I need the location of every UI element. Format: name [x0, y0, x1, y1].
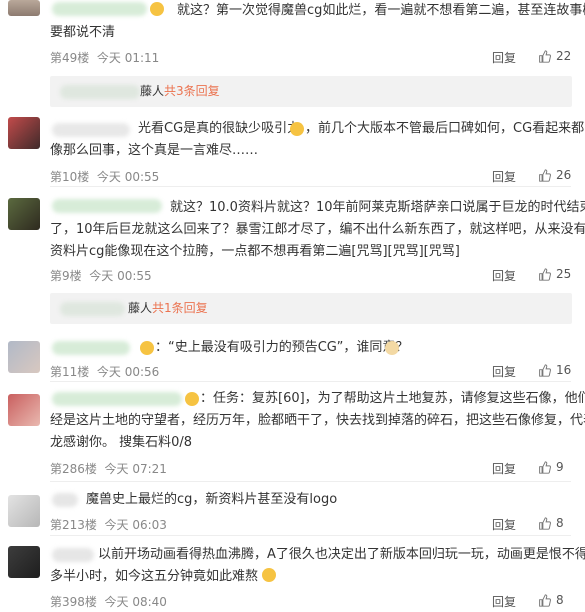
avatar[interactable]: [8, 495, 40, 527]
comment-text: 了，10年后巨龙就这么回来了？暴雪江郎才尽了，编不出什么新东西了，就这样吧，从来…: [50, 222, 585, 237]
comment: 魔兽史上最烂的cg，新资料片甚至没有logo 第213楼 今天 06:03 回复…: [0, 487, 585, 535]
comment: 就这？第一次觉得魔兽cg如此烂，看一遍就不想看第二遍，甚至连故事概 要都说不清 …: [0, 0, 585, 110]
thumbs-up-icon: [539, 267, 551, 281]
reply-button[interactable]: 回复: [492, 516, 516, 533]
comment-meta: 第9楼 今天 00:55: [50, 269, 152, 283]
thumbs-up-icon: [539, 593, 551, 607]
comment-meta: 第10楼 今天 00:55: [50, 170, 160, 184]
avatar[interactable]: [8, 394, 40, 426]
comment-text: 多半小时，如今这五分钟竟如此难熬: [50, 566, 571, 588]
comment: 以前开场动画看得热血沸腾，A了很久也决定出了新版本回归玩一玩，动画更是恨不得再 …: [0, 542, 585, 612]
comment-text: 魔兽史上最烂的cg，新资料片甚至没有logo: [86, 492, 338, 507]
comment: ：任务：复苏[60]，为了帮助这片土地复苏，请修复这些石像，他们曾 经是这片土地…: [0, 388, 585, 483]
comment-text: 就这？第一次觉得魔兽cg如此烂，看一遍就不想看第二遍，甚至连故事概: [50, 0, 585, 22]
thumbs-up-icon: [539, 460, 551, 474]
reply-button[interactable]: 回复: [492, 168, 516, 185]
avatar[interactable]: [8, 546, 40, 578]
comment: 就这？10.0资料片就这？10年前阿莱克斯塔萨亲口说属于巨龙的时代结束 了，10…: [0, 193, 585, 324]
sub-reply-count[interactable]: 共1条回复: [152, 293, 208, 324]
thumbs-up-icon: [539, 168, 551, 182]
like-button[interactable]: 8: [538, 516, 564, 530]
comment-text: 资料片cg能像现在这个拉胯，一点都不想再看第二遍[咒骂][咒骂][咒骂]: [50, 244, 460, 259]
comment-text: 龙感谢你。 搜集石料0/8: [50, 435, 193, 450]
comment-meta: 第11楼 今天 00:56: [50, 365, 160, 379]
sub-replies[interactable]: 藤人 共1条回复: [50, 293, 572, 324]
comment-text: 经是这片土地的守望者，经历万年，脸都晒干了，快去找到掉落的碎石，把这些石像修复，…: [50, 413, 585, 428]
emoji-icon: [185, 392, 199, 406]
reply-button[interactable]: 回复: [492, 49, 516, 66]
sub-reply-count[interactable]: 共3条回复: [164, 76, 220, 107]
comment: 光看CG是真的很缺少吸引力 ，前几个大版本不管最后口碑如何，CG看起来都 像那么…: [0, 115, 585, 195]
sub-reply-author: 藤人: [140, 84, 165, 98]
like-button[interactable]: 25: [538, 267, 571, 281]
like-button[interactable]: 8: [538, 593, 564, 607]
like-button[interactable]: 9: [538, 460, 564, 474]
avatar[interactable]: [8, 198, 40, 230]
reply-button[interactable]: 回复: [492, 593, 516, 610]
reply-button[interactable]: 回复: [492, 267, 516, 284]
reply-button[interactable]: 回复: [492, 460, 516, 477]
like-button[interactable]: 26: [538, 168, 571, 182]
sub-replies[interactable]: 藤人 共3条回复: [50, 76, 572, 107]
comment-meta: 第49楼 今天 01:11: [50, 51, 160, 65]
comment-meta: 第213楼 今天 06:03: [50, 518, 167, 532]
avatar[interactable]: [8, 341, 40, 373]
thumbs-up-icon: [539, 516, 551, 530]
comment-text: 像那么回事，这个真是一言难尽……: [50, 143, 259, 158]
comment-text: 要都说不清: [50, 25, 116, 40]
emoji-icon: [140, 341, 154, 355]
emoji-icon: [150, 2, 164, 16]
comment: ：“史上最没有吸引力的预告CG”，谁同意？ 第11楼 今天 00:56 回复 1…: [0, 335, 585, 385]
emoji-icon: [262, 568, 277, 582]
dog-emoji-icon: [385, 341, 399, 355]
thumbs-up-icon: [539, 49, 551, 63]
avatar[interactable]: [8, 0, 40, 16]
thumbs-up-icon: [539, 363, 551, 377]
like-button[interactable]: 22: [538, 49, 571, 63]
avatar[interactable]: [8, 117, 40, 149]
sub-reply-author: 藤人: [128, 301, 153, 315]
reply-button[interactable]: 回复: [492, 363, 516, 380]
emoji-icon: [290, 122, 304, 136]
like-button[interactable]: 16: [538, 363, 571, 377]
comment-meta: 第398楼 今天 08:40: [50, 595, 167, 609]
comment-meta: 第286楼 今天 07:21: [50, 462, 167, 476]
